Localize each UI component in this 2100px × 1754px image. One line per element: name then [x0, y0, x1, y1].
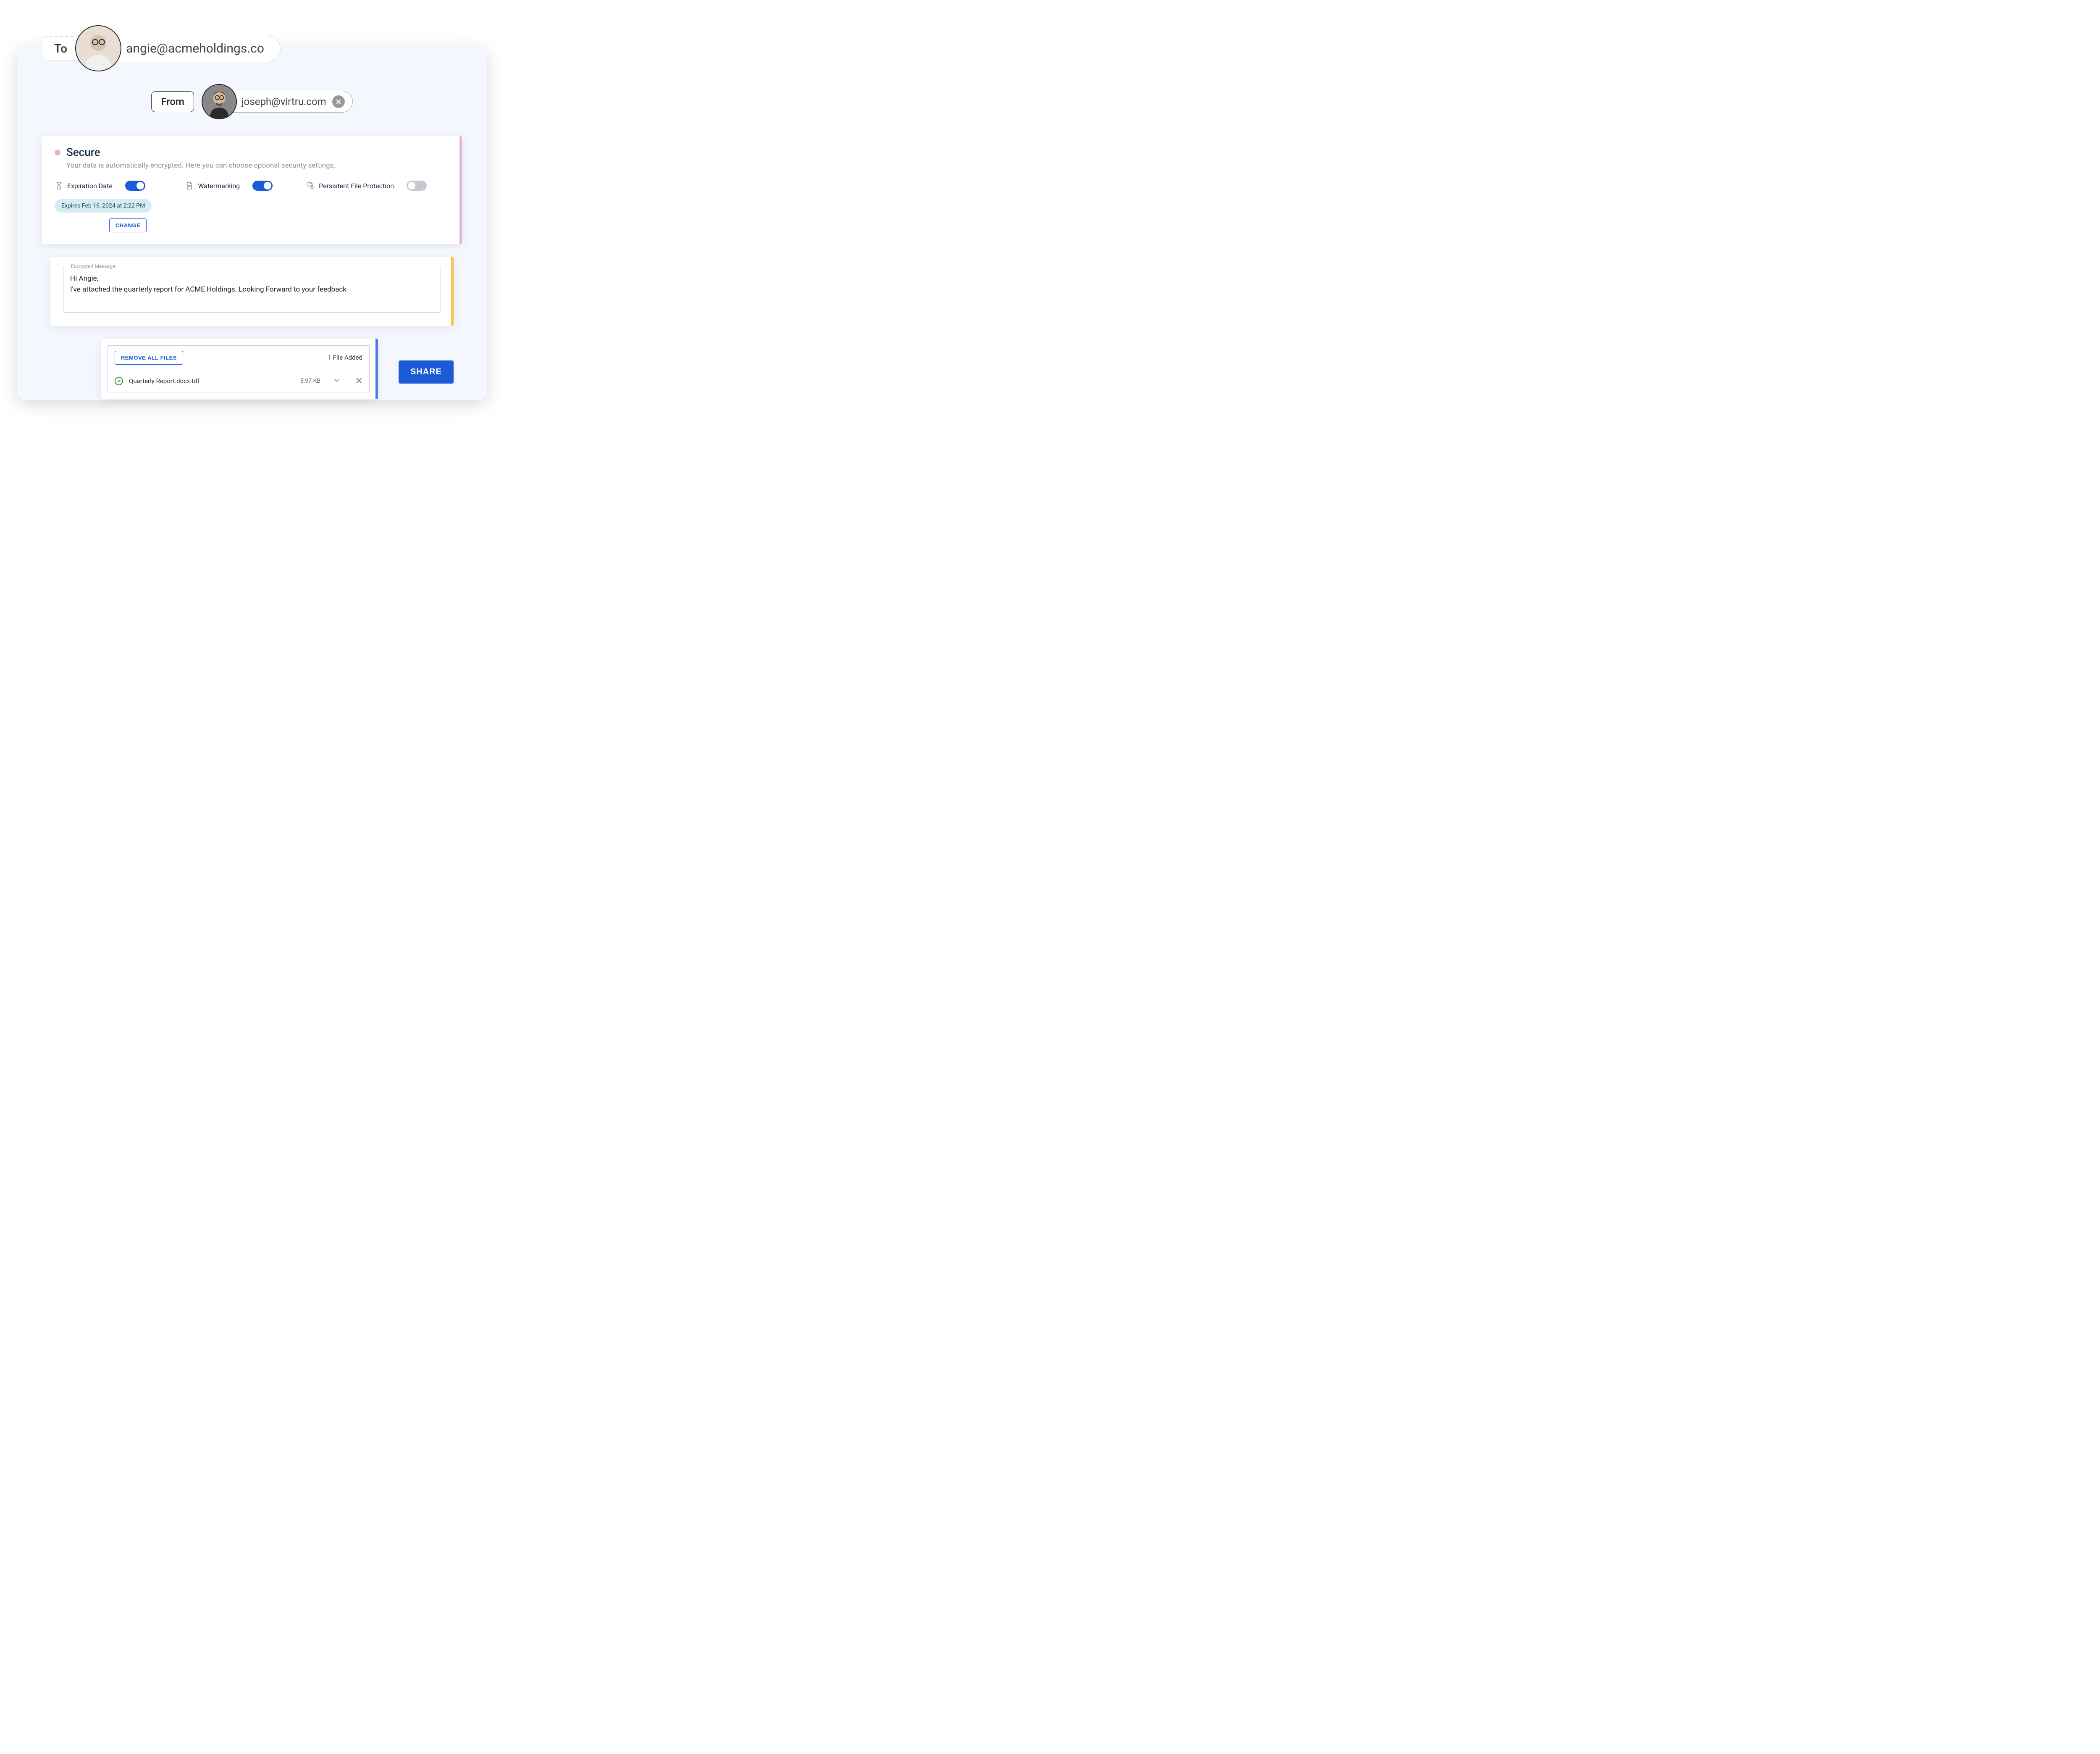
watermarking-toggle[interactable]: [252, 181, 273, 191]
expiration-chip: Expires Feb 16, 2024 at 2:22 PM: [55, 199, 152, 213]
file-name: Quarterly Report.docx.tdf: [129, 377, 294, 385]
file-size: 5.97 KB: [300, 378, 320, 384]
persistent-option: Persistent File Protection: [306, 181, 427, 191]
message-legend: Encrypted Message: [68, 263, 118, 269]
remove-from-chip[interactable]: [332, 95, 345, 108]
to-email-chip[interactable]: angie@acmeholdings.co: [100, 35, 281, 62]
secure-options-row: Expiration Date Expires Feb 16, 2024 at …: [55, 181, 449, 232]
persistent-label: Persistent File Protection: [319, 182, 394, 190]
file-lock-icon: [306, 181, 315, 190]
secure-title: Secure: [66, 146, 100, 159]
watermarking-option: Watermarking: [185, 181, 273, 191]
to-label: To: [42, 36, 79, 61]
expiration-toggle[interactable]: [125, 181, 145, 191]
files-share-row: REMOVE ALL FILES 1 File Added Quarterly …: [50, 339, 454, 384]
file-row: Quarterly Report.docx.tdf 5.97 KB: [108, 370, 369, 392]
document-icon: [185, 181, 194, 190]
remove-file-button[interactable]: [356, 376, 362, 386]
chevron-down-icon[interactable]: [334, 378, 340, 384]
from-email-text: joseph@virtru.com: [242, 96, 326, 108]
share-button[interactable]: SHARE: [399, 360, 454, 384]
compose-card: To angie@acmeholdings.co From: [17, 46, 487, 400]
files-panel: REMOVE ALL FILES 1 File Added Quarterly …: [101, 339, 378, 399]
close-icon: [336, 99, 341, 105]
message-panel: Encrypted Message Hi Angie, I've attache…: [50, 257, 454, 326]
from-label: From: [151, 91, 194, 112]
from-avatar: [202, 84, 237, 119]
to-row: To angie@acmeholdings.co: [42, 25, 281, 71]
expiration-details: Expires Feb 16, 2024 at 2:22 PM: [55, 199, 152, 213]
to-avatar: [75, 25, 121, 71]
change-expiration-button[interactable]: CHANGE: [109, 218, 147, 232]
expiration-option: Expiration Date Expires Feb 16, 2024 at …: [55, 181, 152, 232]
hourglass-icon: [55, 181, 63, 190]
persistent-toggle[interactable]: [407, 181, 427, 191]
secure-dot-icon: [55, 150, 60, 155]
secure-panel: Secure Your data is automatically encryp…: [42, 136, 462, 244]
expiration-label: Expiration Date: [67, 182, 113, 190]
files-list: REMOVE ALL FILES 1 File Added Quarterly …: [108, 345, 370, 392]
secure-header: Secure: [55, 146, 449, 159]
files-header: REMOVE ALL FILES 1 File Added: [108, 346, 369, 370]
from-email-chip[interactable]: joseph@virtru.com: [219, 91, 353, 113]
remove-all-files-button[interactable]: REMOVE ALL FILES: [115, 351, 183, 365]
watermarking-label: Watermarking: [198, 182, 240, 190]
secure-description: Your data is automatically encrypted. He…: [66, 161, 449, 170]
avatar-icon: [76, 26, 121, 71]
message-body[interactable]: Hi Angie, I've attached the quarterly re…: [70, 273, 434, 295]
avatar-icon: [202, 85, 236, 118]
check-circle-icon: [115, 377, 123, 385]
files-count-label: 1 File Added: [328, 354, 362, 361]
message-fieldset[interactable]: Encrypted Message Hi Angie, I've attache…: [63, 267, 441, 313]
